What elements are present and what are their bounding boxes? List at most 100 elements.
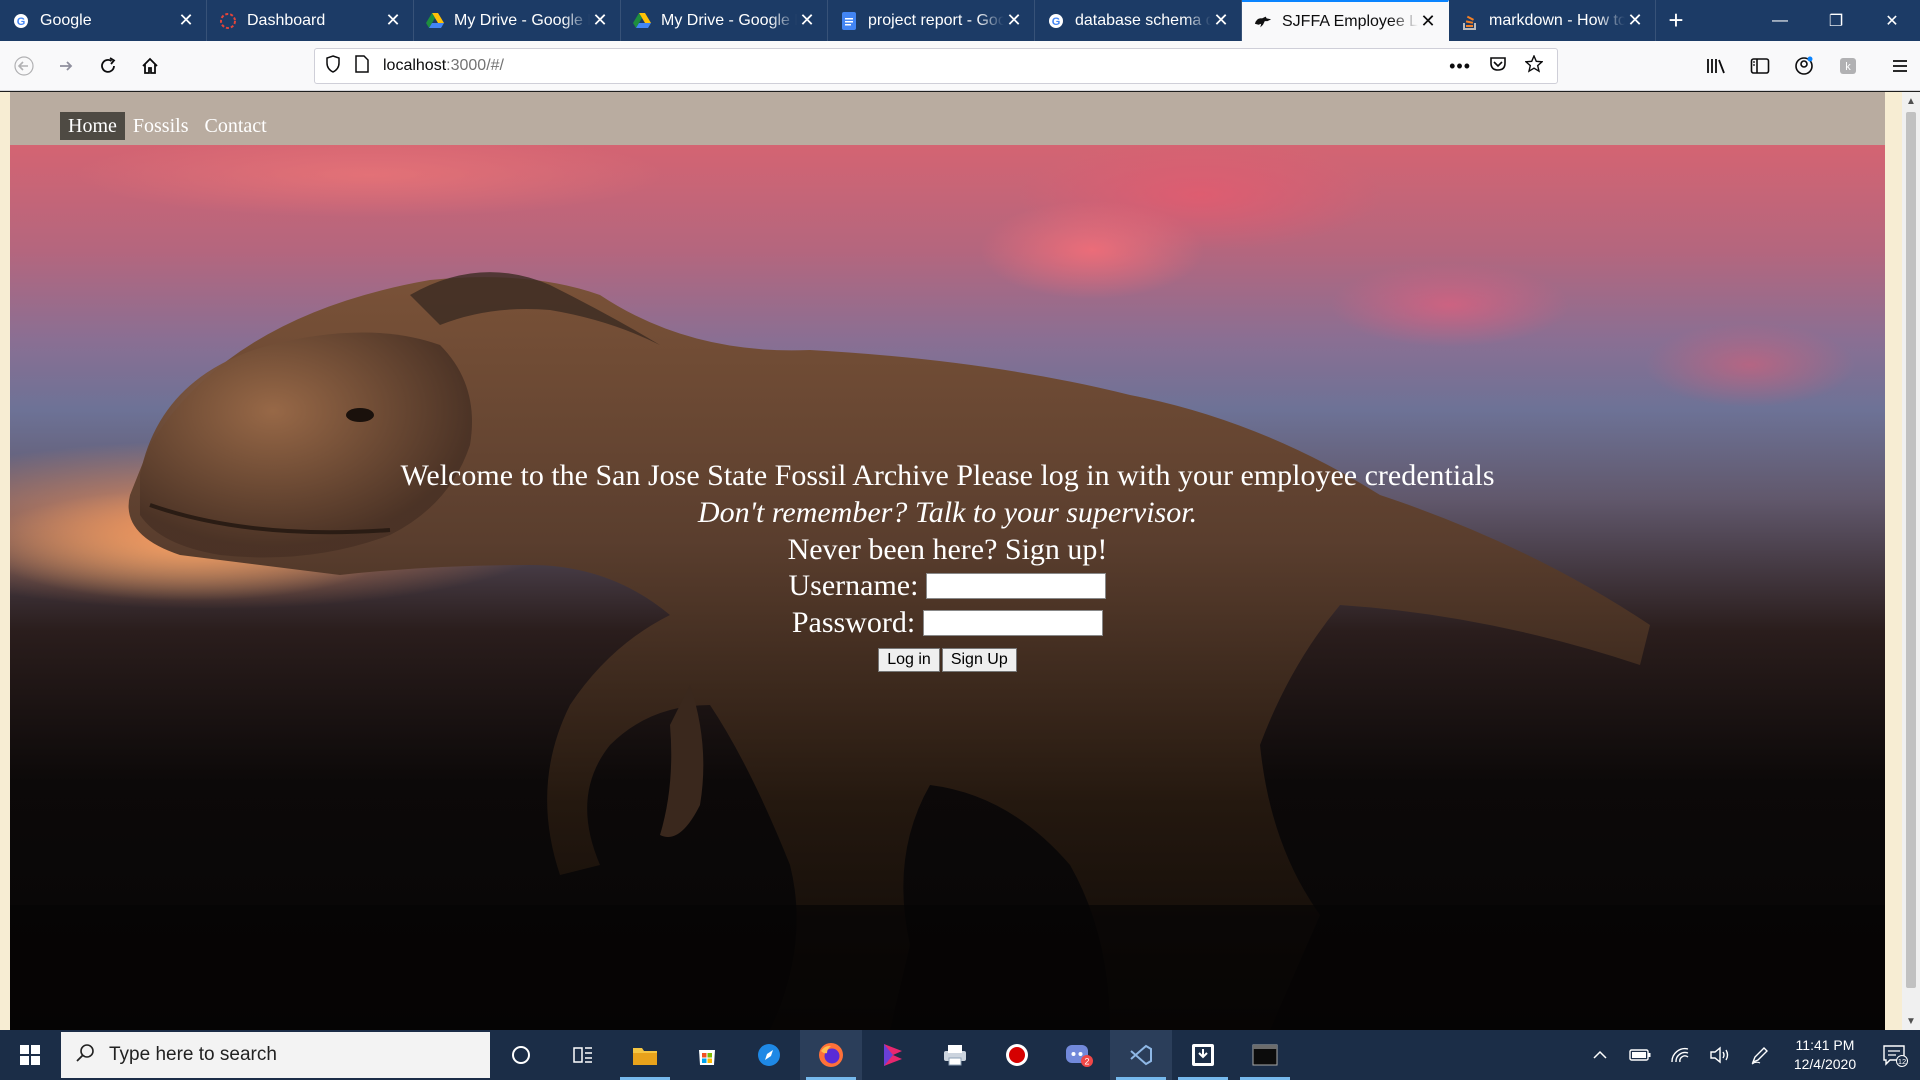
home-icon[interactable] (130, 46, 170, 86)
login-button[interactable]: Log in (878, 648, 940, 672)
task-view-icon[interactable] (552, 1030, 614, 1080)
close-tab-icon[interactable]: ✕ (1211, 10, 1231, 31)
login-buttons: Log in Sign Up (10, 648, 1885, 672)
system-tray: 11:41 PM 12/4/2020 12 (1580, 1030, 1920, 1080)
system-clock[interactable]: 11:41 PM 12/4/2020 (1780, 1036, 1870, 1074)
bookmark-star-icon[interactable] (1524, 53, 1544, 78)
web-page: Home Fossils Contact Welcome to the San … (0, 92, 1902, 1030)
vscode-icon[interactable] (1110, 1030, 1172, 1080)
microsoft-store-icon[interactable] (676, 1030, 738, 1080)
pocket-icon[interactable] (1489, 55, 1507, 78)
windows-start-icon[interactable] (0, 1030, 60, 1080)
close-tab-icon[interactable]: ✕ (383, 10, 403, 31)
forward-icon[interactable] (46, 46, 86, 86)
taskbar-apps: 2 (490, 1030, 1296, 1080)
tab-title: My Drive - Google Drive (454, 11, 590, 29)
tracking-protection-icon[interactable] (325, 54, 341, 78)
close-tab-icon[interactable]: ✕ (797, 10, 817, 31)
tab-google[interactable]: G Google ✕ (0, 0, 207, 41)
signup-button[interactable]: Sign Up (941, 648, 1017, 672)
nav-contact[interactable]: Contact (196, 112, 274, 140)
cortana-icon[interactable] (490, 1030, 552, 1080)
scroll-down-icon[interactable]: ▼ (1902, 1012, 1920, 1030)
nav-home[interactable]: Home (60, 112, 125, 140)
close-tab-icon[interactable]: ✕ (1418, 11, 1438, 32)
close-tab-icon[interactable]: ✕ (1004, 10, 1024, 31)
wifi-icon[interactable] (1660, 1030, 1700, 1080)
nav-fossils[interactable]: Fossils (125, 112, 197, 140)
back-icon[interactable] (4, 46, 44, 86)
tab-markdown[interactable]: markdown - How to ✕ (1449, 0, 1656, 41)
page-actions-icon[interactable]: ••• (1449, 56, 1471, 77)
terminal-icon[interactable] (1234, 1030, 1296, 1080)
url-text: localhost:3000/#/ (383, 57, 504, 75)
username-label: Username: (788, 569, 919, 602)
safari-icon[interactable] (738, 1030, 800, 1080)
page-scrollbar[interactable]: ▲ ▼ (1902, 92, 1920, 1030)
notifications-icon[interactable]: 12 (1870, 1030, 1920, 1080)
google-docs-icon (840, 11, 858, 30)
scroll-up-icon[interactable]: ▲ (1902, 92, 1920, 110)
volume-icon[interactable] (1700, 1030, 1740, 1080)
username-row: Username: (10, 569, 1885, 603)
address-bar[interactable]: localhost:3000/#/ ••• (314, 48, 1558, 84)
tab-my-drive-1[interactable]: My Drive - Google Drive ✕ (414, 0, 621, 41)
menu-icon[interactable] (1880, 48, 1920, 84)
search-icon (75, 1043, 95, 1068)
tab-title: Google (40, 11, 92, 29)
tab-my-drive-2[interactable]: My Drive - Google Drive ✕ (621, 0, 828, 41)
tab-sjffa-employee-login[interactable]: SJFFA Employee Login ✕ (1242, 0, 1449, 41)
new-tab-button[interactable]: + (1656, 0, 1696, 41)
library-icon[interactable] (1696, 48, 1736, 84)
battery-icon[interactable] (1620, 1030, 1660, 1080)
sidebar-icon[interactable] (1740, 48, 1780, 84)
restore-icon[interactable]: ❐ (1808, 0, 1864, 41)
tab-title: Dashboard (247, 11, 326, 29)
notification-count: 12 (1898, 1057, 1906, 1066)
extension-icon[interactable]: k (1828, 48, 1868, 84)
windows-taskbar: Type here to search 2 11:41 PM 12/4/2020… (0, 1030, 1920, 1080)
tab-dashboard[interactable]: Dashboard ✕ (207, 0, 414, 41)
search-placeholder: Type here to search (109, 1044, 277, 1065)
minimize-icon[interactable]: — (1752, 0, 1808, 41)
google-drive-icon (633, 12, 651, 30)
pen-icon[interactable] (1740, 1030, 1780, 1080)
reload-icon[interactable] (88, 46, 128, 86)
scroll-thumb[interactable] (1906, 112, 1916, 988)
window-controls: — ❐ ✕ (1752, 0, 1920, 41)
site-navigation: Home Fossils Contact (10, 92, 1885, 145)
url-host: localhost (383, 57, 447, 74)
dashboard-icon (219, 12, 237, 30)
browser-navigation-bar: localhost:3000/#/ ••• k (0, 41, 1920, 91)
clock-time: 11:41 PM (1795, 1037, 1855, 1053)
printer-icon[interactable] (924, 1030, 986, 1080)
forgot-credentials-text: Don't remember? Talk to your supervisor. (697, 496, 1198, 529)
close-tab-icon[interactable]: ✕ (590, 10, 610, 31)
tab-title: My Drive - Google Drive (661, 11, 797, 29)
password-input[interactable] (923, 610, 1104, 636)
tab-database-schema[interactable]: G database schema diagram ✕ (1035, 0, 1242, 41)
discord-badge: 2 (1084, 1057, 1089, 1067)
firefox-icon[interactable] (800, 1030, 862, 1080)
tab-project-report[interactable]: project report - Google Docs ✕ (828, 0, 1035, 41)
close-tab-icon[interactable]: ✕ (176, 10, 196, 31)
show-hidden-icons-icon[interactable] (1580, 1030, 1620, 1080)
app-icon[interactable] (862, 1030, 924, 1080)
tab-title: project report - Google Docs (868, 11, 1004, 29)
close-tab-icon[interactable]: ✕ (1625, 10, 1645, 31)
page-info-icon[interactable] (355, 54, 369, 78)
tab-title: markdown - How to (1489, 11, 1625, 29)
account-icon[interactable] (1784, 48, 1824, 84)
file-explorer-icon[interactable] (614, 1030, 676, 1080)
close-window-icon[interactable]: ✕ (1864, 0, 1920, 41)
taskbar-search[interactable]: Type here to search (61, 1032, 490, 1078)
docker-icon[interactable] (1172, 1030, 1234, 1080)
dino-icon (1254, 13, 1272, 31)
discord-icon[interactable]: 2 (1048, 1030, 1110, 1080)
svg-text:G: G (1052, 16, 1061, 28)
clock-date: 12/4/2020 (1793, 1056, 1857, 1072)
screen-recorder-icon[interactable] (986, 1030, 1048, 1080)
stackoverflow-icon (1461, 12, 1479, 30)
username-input[interactable] (926, 573, 1107, 599)
hero-background: Welcome to the San Jose State Fossil Arc… (10, 145, 1885, 1030)
